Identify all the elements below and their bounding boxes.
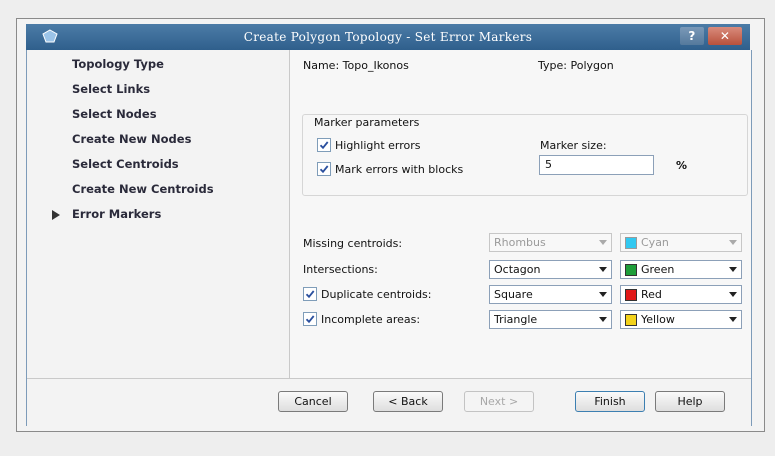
close-button[interactable]: ✕ <box>708 27 742 45</box>
incomplete-areas-color-select[interactable]: Yellow <box>620 310 742 329</box>
step-select-links[interactable]: Select Links <box>72 82 150 96</box>
marker-size-label: Marker size: <box>540 139 607 152</box>
marker-parameters-title: Marker parameters <box>312 116 422 129</box>
marker-size-unit: % <box>676 159 688 172</box>
topology-name: Name: Topo_Ikonos <box>303 59 409 72</box>
red-swatch-icon <box>625 288 637 301</box>
checkmark-icon <box>305 315 315 324</box>
incomplete-areas-shape-select[interactable]: Triangle <box>489 310 612 329</box>
marker-size-input[interactable]: 5 <box>539 155 654 175</box>
yellow-swatch-icon <box>625 313 637 326</box>
chevron-down-icon <box>595 261 611 278</box>
incomplete-areas-label: Incomplete areas: <box>321 313 421 326</box>
window-title: Create Polygon Topology - Set Error Mark… <box>243 30 533 44</box>
missing-centroids-shape-select[interactable]: Rhombus <box>489 233 612 252</box>
incomplete-areas-checkbox[interactable] <box>303 312 317 326</box>
next-button[interactable]: Next > <box>464 391 534 412</box>
wizard-dialog: Topology Type Select Links Select Nodes … <box>26 50 752 426</box>
checkmark-icon <box>319 141 329 150</box>
finish-button[interactable]: Finish <box>575 391 645 412</box>
chevron-down-icon <box>725 311 741 328</box>
chevron-down-icon <box>595 311 611 328</box>
duplicate-centroids-checkbox[interactable] <box>303 287 317 301</box>
button-bar: Cancel < Back Next > Finish Help <box>27 378 751 426</box>
title-bar: Create Polygon Topology - Set Error Mark… <box>26 24 750 50</box>
checkmark-icon <box>319 165 329 174</box>
missing-centroids-label: Missing centroids: <box>303 237 403 250</box>
step-select-centroids[interactable]: Select Centroids <box>72 157 179 171</box>
cancel-button[interactable]: Cancel <box>278 391 348 412</box>
intersections-shape-select[interactable]: Octagon <box>489 260 612 279</box>
chevron-down-icon <box>595 286 611 303</box>
help-button[interactable]: Help <box>655 391 725 412</box>
mark-with-blocks-label: Mark errors with blocks <box>335 163 464 176</box>
duplicate-centroids-color-select[interactable]: Red <box>620 285 742 304</box>
chevron-down-icon <box>725 234 741 251</box>
step-error-markers[interactable]: Error Markers <box>72 207 161 221</box>
step-create-new-nodes[interactable]: Create New Nodes <box>72 132 191 146</box>
help-title-button[interactable]: ? <box>680 27 704 45</box>
chevron-down-icon <box>725 261 741 278</box>
highlight-errors-label: Highlight errors <box>335 139 421 152</box>
green-swatch-icon <box>625 263 637 276</box>
back-button[interactable]: < Back <box>373 391 443 412</box>
cyan-swatch-icon <box>625 236 637 249</box>
topology-type: Type: Polygon <box>538 59 614 72</box>
checkmark-icon <box>305 290 315 299</box>
intersections-color-select[interactable]: Green <box>620 260 742 279</box>
highlight-errors-checkbox[interactable] <box>317 138 331 152</box>
duplicate-centroids-label: Duplicate centroids: <box>321 288 432 301</box>
step-topology-type[interactable]: Topology Type <box>72 57 164 71</box>
step-select-nodes[interactable]: Select Nodes <box>72 107 157 121</box>
duplicate-centroids-shape-select[interactable]: Square <box>489 285 612 304</box>
mark-with-blocks-checkbox[interactable] <box>317 162 331 176</box>
current-step-arrow-icon <box>52 210 60 220</box>
missing-centroids-color-select[interactable]: Cyan <box>620 233 742 252</box>
chevron-down-icon <box>725 286 741 303</box>
step-create-new-centroids[interactable]: Create New Centroids <box>72 182 214 196</box>
intersections-label: Intersections: <box>303 263 378 276</box>
main-panel: Name: Topo_Ikonos Type: Polygon Marker p… <box>290 50 751 378</box>
wizard-steps: Topology Type Select Links Select Nodes … <box>27 50 290 378</box>
chevron-down-icon <box>595 234 611 251</box>
app-icon <box>42 29 58 43</box>
